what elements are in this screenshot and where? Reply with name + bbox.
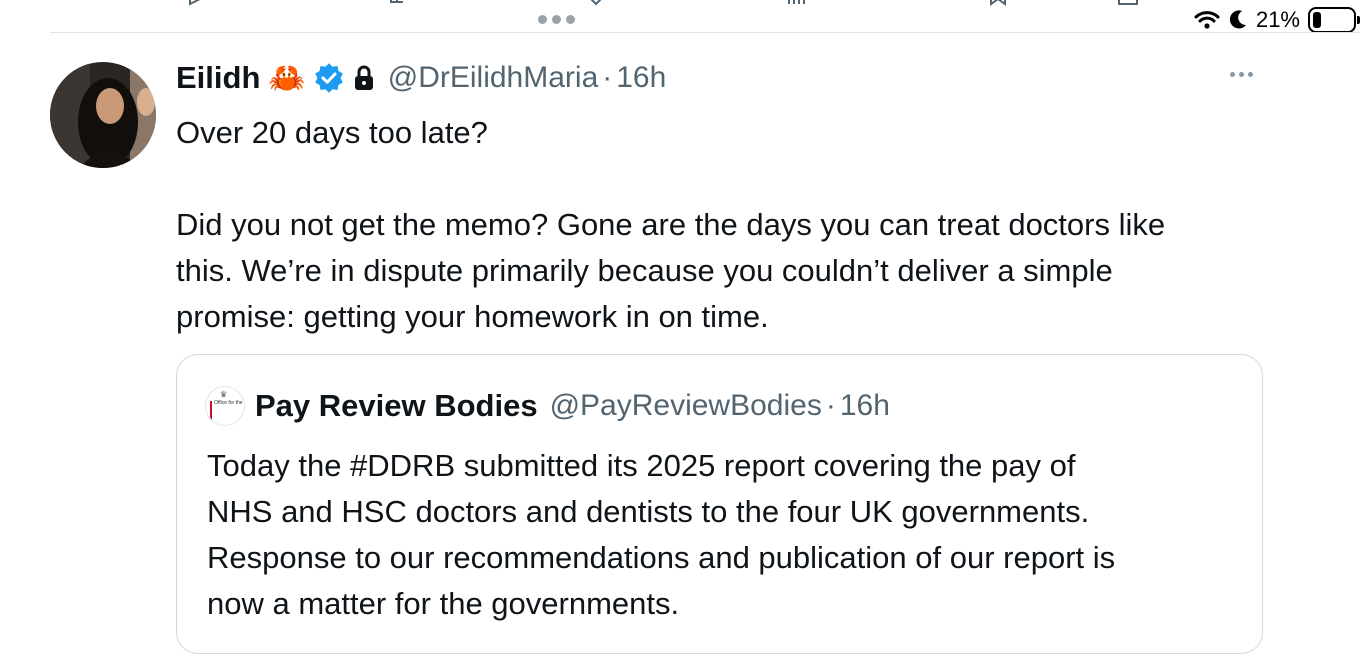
tweet-timestamp[interactable]: 16h (616, 61, 666, 95)
author-display-name[interactable]: Eilidh (176, 60, 260, 96)
like-icon[interactable] (584, 0, 608, 6)
more-options-icon[interactable] (1230, 72, 1253, 77)
quoted-tweet-card[interactable]: ♛ Office for the Pay Review Bodies Pay R… (176, 354, 1263, 654)
quoted-author-display-name[interactable]: Pay Review Bodies (255, 388, 538, 424)
wifi-icon (1194, 10, 1220, 30)
tweet-divider (50, 32, 1360, 33)
quoted-text-line: now a matter for the governments. (207, 586, 680, 621)
status-bar: 21% (1194, 6, 1360, 34)
quoted-text-line: Today the #DDRB submitted its 2025 repor… (207, 448, 1076, 483)
tweet-text-line: promise: getting your homework in on tim… (176, 299, 769, 334)
quoted-text-line: Response to our recommendations and publ… (207, 540, 1116, 575)
author-avatar[interactable] (50, 62, 156, 168)
dot-icon (538, 14, 547, 24)
header-separator: · (602, 61, 613, 94)
logo-text: Office for the Pay Review Bodies (214, 400, 244, 406)
retweet-icon[interactable] (382, 0, 406, 6)
crest-icon: ♛ (220, 390, 228, 399)
quoted-text-line: NHS and HSC doctors and dentists to the … (207, 494, 1090, 529)
quoted-author-avatar[interactable]: ♛ Office for the Pay Review Bodies (205, 386, 245, 426)
logo-red-bar (210, 401, 212, 421)
battery-level-fill (1313, 12, 1321, 28)
battery-icon (1308, 7, 1360, 33)
author-handle[interactable]: @DrEilidhMaria (388, 61, 599, 95)
battery-percentage: 21% (1255, 7, 1300, 32)
quoted-tweet-body: Today the #DDRB submitted its 2025 repor… (207, 443, 1247, 627)
verified-badge-icon[interactable] (314, 63, 344, 93)
sheet-grabber-dots[interactable] (538, 12, 575, 26)
dot-icon (566, 14, 575, 24)
quoted-tweet-timestamp[interactable]: 16h (840, 389, 890, 423)
views-icon[interactable] (784, 0, 808, 6)
lock-icon (354, 65, 373, 90)
dot-icon (1239, 72, 1244, 77)
quoted-header-separator: · (825, 389, 836, 422)
do-not-disturb-moon-icon (1228, 9, 1248, 31)
tweet-header: Eilidh 🦀 @DrEilidhMaria · 16h (176, 58, 666, 98)
bookmark-icon[interactable] (986, 0, 1010, 6)
share-icon[interactable] (1116, 0, 1140, 6)
dot-icon (552, 14, 561, 24)
reply-icon[interactable] (186, 0, 210, 6)
tweet-text-line: this. We’re in dispute primarily because… (176, 253, 1113, 288)
action-bar-previous-tweet (170, 0, 1170, 8)
dot-icon (1248, 72, 1253, 77)
tweet-text-blank-line (176, 156, 1286, 202)
dot-icon (1230, 72, 1235, 77)
quoted-author-handle[interactable]: @PayReviewBodies (550, 389, 822, 423)
tweet-text-line: Did you not get the memo? Gone are the d… (176, 207, 1166, 242)
tweet-text-line: Over 20 days too late? (176, 115, 488, 150)
name-emoji: 🦀 (268, 61, 306, 95)
tweet-body: Over 20 days too late? Did you not get t… (176, 110, 1286, 340)
quoted-tweet-header: ♛ Office for the Pay Review Bodies Pay R… (205, 385, 890, 427)
